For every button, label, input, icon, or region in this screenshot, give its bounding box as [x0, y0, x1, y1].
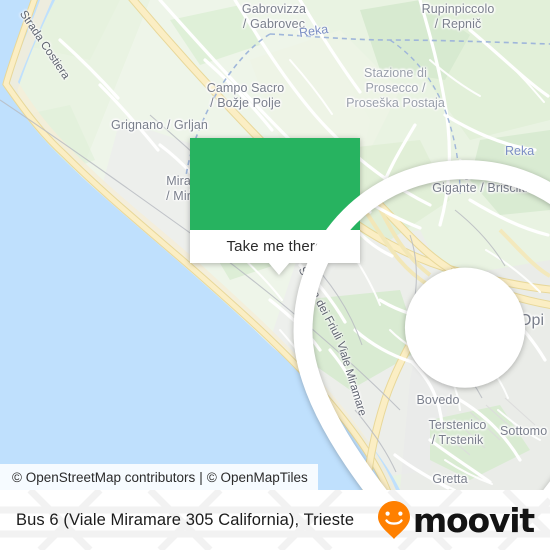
map-popup-card[interactable]: Take me there	[190, 138, 550, 490]
popup-header	[190, 138, 550, 490]
map-attribution: © OpenStreetMap contributors | © OpenMap…	[0, 464, 318, 490]
attribution-openmaptiles[interactable]: © OpenMapTiles	[207, 470, 308, 485]
moovit-map-screen: Gabrovizza / Gabrovec Rupinpiccolo / Rep…	[0, 0, 550, 550]
attribution-osm[interactable]: © OpenStreetMap contributors	[12, 470, 195, 485]
page-title: Bus 6 (Viale Miramare 305 California), T…	[16, 510, 355, 529]
moovit-wordmark: moovit	[412, 500, 535, 540]
map-canvas[interactable]: Gabrovizza / Gabrovec Rupinpiccolo / Rep…	[0, 0, 550, 490]
footer-bar: Bus 6 (Viale Miramare 305 California), T…	[0, 490, 550, 550]
attribution-separator: |	[199, 469, 203, 485]
moovit-pin-icon	[377, 501, 410, 539]
map-pin-icon	[293, 160, 550, 490]
moovit-logo: moovit	[377, 500, 535, 540]
